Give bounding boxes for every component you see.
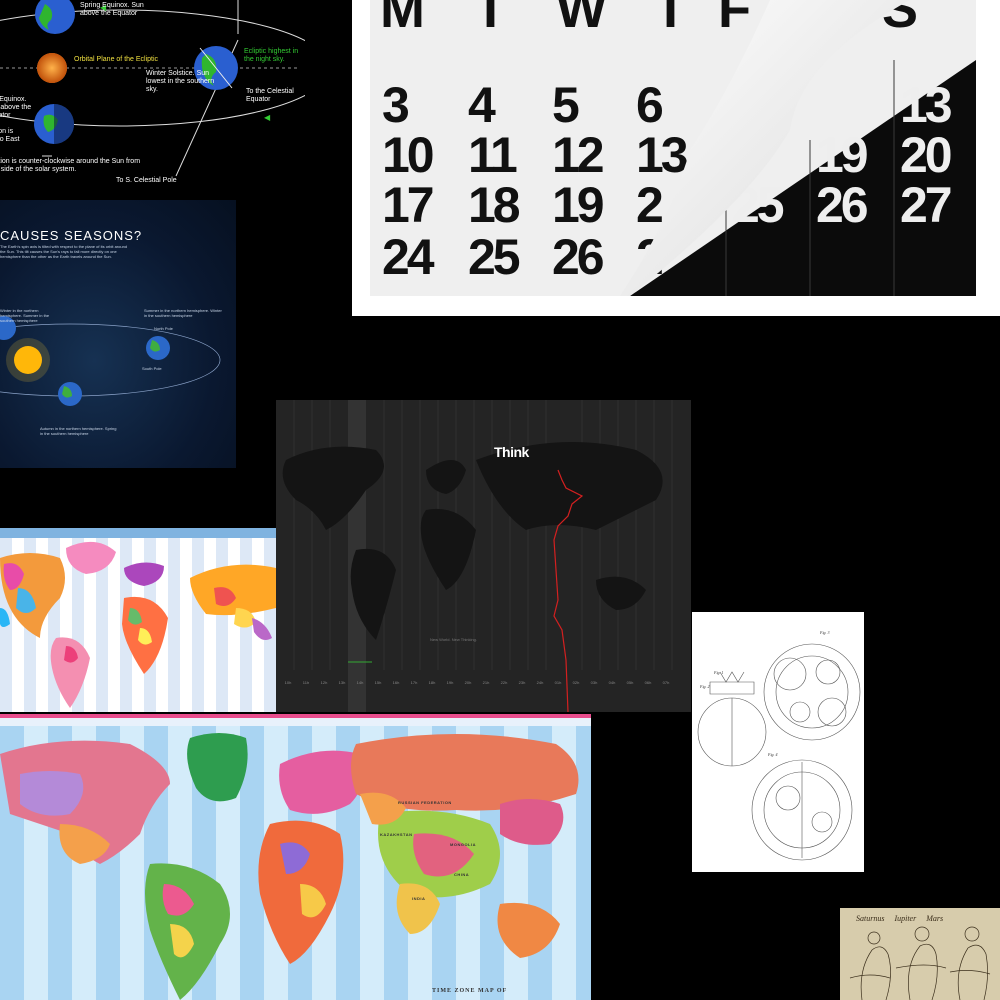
map-region-label: CHINA [454, 872, 470, 877]
think-logo: Think [494, 444, 529, 460]
north-pole-label: North Pole [154, 326, 173, 331]
dark-world-map [282, 400, 673, 712]
timezone-label: 01h [554, 680, 562, 685]
timezone-label: 11h [302, 680, 310, 685]
calendar-page: M T W T F S 3 4 5 6 10 11 12 13 17 18 19… [370, 0, 976, 296]
winter-solstice-label: Winter Solstice. Sun lowest in the south… [146, 70, 215, 93]
timezone-label: 03h [590, 680, 598, 685]
figure-label: Fig. 2 [700, 684, 710, 689]
timezone-label: 10h [284, 680, 292, 685]
spring-equinox-label: Spring Equinox. Sun above the Equator [80, 2, 144, 17]
figure-label: Fig. 1 [714, 670, 724, 675]
planet-deities-engraving-thumbnail[interactable]: Saturnus Iupiter Mars [840, 908, 1000, 1000]
timezone-label: 15h [374, 680, 382, 685]
celestial-equator-label: To the Celestial Equator [246, 88, 294, 103]
south-pole-label: To S. Celestial Pole [116, 177, 177, 184]
map-region-label: KAZAKHSTAN [380, 832, 413, 837]
timezone-label: 23h [518, 680, 526, 685]
orbital-plane-label: Orbital Plane of the Ecliptic [74, 56, 159, 63]
fall-equinox-label: Fall Equinox. Sun above the Equator [0, 96, 32, 119]
timezone-label: 02h [572, 680, 580, 685]
calendar-thumbnail[interactable]: M T W T F S 3 4 5 6 10 11 12 13 17 18 19… [352, 0, 1000, 316]
rotation-label: Rotation is West to East [0, 128, 20, 143]
south-pole-label: South Pole [142, 366, 162, 371]
timezone-label: 12h [320, 680, 328, 685]
figure-label: Fig. 4 [768, 752, 778, 757]
colorful-timezone-map-thumbnail[interactable] [0, 528, 276, 712]
timezone-label: 14h [356, 680, 364, 685]
winter-north-note: Winter in the northern hemisphere. Summe… [0, 308, 50, 323]
svg-text:◀: ◀ [264, 113, 271, 122]
large-timezone-map-thumbnail[interactable]: RUSSIAN FEDERATION KAZAKHSTAN MONGOLIA C… [0, 714, 591, 1000]
timezone-label: 20h [464, 680, 472, 685]
figure-label: Fig. 3 [820, 630, 830, 635]
timezone-label: 21h [482, 680, 490, 685]
timezone-label: 19h [446, 680, 454, 685]
timezone-label: 07h [662, 680, 670, 685]
clockwork-drawing-thumbnail[interactable]: Fig. 1 Fig. 2 Fig. 3 Fig. 4 [692, 612, 864, 872]
clockwork-illustration [697, 643, 861, 861]
engraving-caption: Saturnus Iupiter Mars [856, 914, 944, 923]
motion-label: Earth motion is counter-clockwise around… [0, 158, 141, 173]
map-region-label: RUSSIAN FEDERATION [398, 800, 452, 805]
think-timezone-map-thumbnail[interactable]: Think New World. New Thinking. 10h 11h 1… [276, 400, 691, 712]
timezone-label: 17h [410, 680, 418, 685]
timezone-label: 05h [626, 680, 634, 685]
large-world-map [0, 714, 591, 1000]
think-tagline: New World. New Thinking. [430, 637, 477, 642]
ecliptic-highest-label: Ecliptic highest in the night sky. [244, 48, 299, 63]
timezone-label: 22h [500, 680, 508, 685]
colorful-world-map [0, 528, 276, 712]
timezone-label: 06h [644, 680, 652, 685]
summer-north-note: Summer in the northern hemisphere. Winte… [144, 308, 222, 318]
timezone-label: 16h [392, 680, 400, 685]
timezone-label: 13h [338, 680, 346, 685]
autumn-north-note: Autumn in the northern hemisphere. Sprin… [40, 426, 117, 436]
map-title: TIME ZONE MAP OF [432, 988, 508, 994]
timezone-label: 04h [608, 680, 616, 685]
map-region-label: MONGOLIA [450, 842, 476, 847]
seasons-diagram-thumbnail[interactable]: CAUSES SEASONS? The Earth's spin axis is… [0, 200, 236, 468]
timezone-label: 24h [536, 680, 544, 685]
page-curl [620, 0, 910, 296]
map-region-label: INDIA [412, 896, 426, 901]
timezone-label: 18h [428, 680, 436, 685]
ecliptic-diagram-thumbnail[interactable]: ◀ ◀ Spring Equinox. Sun above the Equato… [0, 0, 305, 192]
